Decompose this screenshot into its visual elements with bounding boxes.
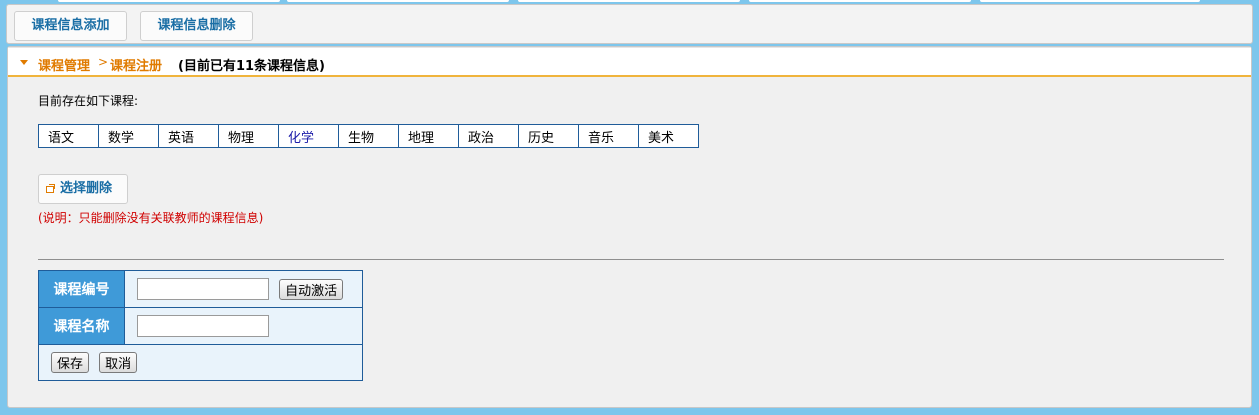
course-name-cell — [124, 307, 363, 345]
course-item[interactable]: 音乐 — [578, 124, 639, 148]
course-count-info: (目前已有11条课程信息) — [178, 59, 325, 74]
course-form: 课程编号 自动激活 课程名称 保存 取消 — [38, 270, 363, 381]
breadcrumb-separator: > — [98, 55, 109, 69]
form-actions: 保存 取消 — [38, 344, 363, 381]
breadcrumb-root[interactable]: 课程管理 — [38, 55, 90, 74]
course-item[interactable]: 地理 — [398, 124, 459, 148]
course-item[interactable]: 语文 — [38, 124, 99, 148]
save-button[interactable]: 保存 — [51, 352, 90, 373]
document-icon — [46, 184, 55, 193]
add-course-button[interactable]: 课程信息添加 — [14, 11, 127, 41]
course-item[interactable]: 物理 — [218, 124, 279, 148]
main-panel: 课程管理 > 课程注册 (目前已有11条课程信息) 目前存在如下课程: 语文 数… — [7, 46, 1252, 408]
course-list-intro: 目前存在如下课程: — [38, 94, 139, 108]
delete-course-button[interactable]: 课程信息删除 — [140, 11, 253, 41]
section-divider — [38, 259, 1224, 260]
course-item[interactable]: 历史 — [518, 124, 579, 148]
top-toolbar: 课程信息添加 课程信息删除 — [6, 4, 1253, 44]
course-item-highlighted[interactable]: 化学 — [278, 124, 339, 148]
course-name-label: 课程名称 — [38, 307, 125, 345]
course-item[interactable]: 英语 — [158, 124, 219, 148]
course-item[interactable]: 数学 — [98, 124, 159, 148]
triangle-down-icon — [20, 60, 28, 65]
title-bar: 课程管理 > 课程注册 (目前已有11条课程信息) — [8, 47, 1251, 77]
course-item[interactable]: 美术 — [638, 124, 699, 148]
breadcrumb-current[interactable]: 课程注册 — [110, 55, 162, 74]
course-name-input[interactable] — [137, 315, 269, 337]
cancel-button[interactable]: 取消 — [99, 352, 138, 373]
course-item[interactable]: 生物 — [338, 124, 399, 148]
course-id-cell: 自动激活 — [124, 270, 363, 308]
select-delete-button[interactable]: 选择删除 — [38, 174, 128, 204]
top-tabs-strip — [0, 0, 1259, 3]
course-id-label: 课程编号 — [38, 270, 125, 308]
select-delete-label: 选择删除 — [60, 181, 113, 196]
course-id-input[interactable] — [137, 278, 269, 300]
course-item[interactable]: 政治 — [458, 124, 519, 148]
auto-activate-button[interactable]: 自动激活 — [279, 278, 344, 300]
course-list: 语文 数学 英语 物理 化学 生物 地理 政治 历史 音乐 美术 — [38, 124, 699, 148]
delete-note: (说明：只能删除没有关联教师的课程信息) — [38, 211, 264, 225]
